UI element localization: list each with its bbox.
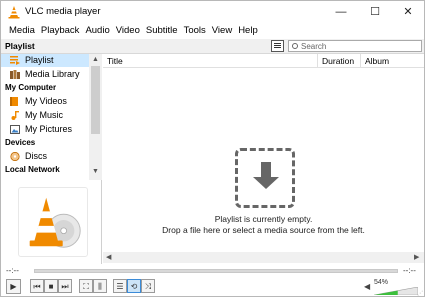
play-icon: ▶ xyxy=(10,282,17,291)
sidebar-item-discs[interactable]: Discs xyxy=(1,150,89,163)
stop-button[interactable]: ■ xyxy=(44,279,58,293)
playlist-view-mode-button[interactable] xyxy=(271,40,284,52)
picture-icon xyxy=(10,125,20,134)
menu-playback[interactable]: Playback xyxy=(38,23,83,38)
sidebar-item-label: Playlist xyxy=(25,55,54,65)
search-icon xyxy=(292,43,298,49)
loop-icon: ⟲ xyxy=(130,282,138,291)
menu-bar: Media Playback Audio Video Subtitle Tool… xyxy=(1,23,424,38)
menu-audio[interactable]: Audio xyxy=(82,23,112,38)
menu-help[interactable]: Help xyxy=(235,23,261,38)
previous-button[interactable]: ⏮ xyxy=(30,279,44,293)
search-placeholder: Search xyxy=(301,42,327,51)
equalizer-icon: ⫼ xyxy=(98,282,102,291)
elapsed-time: --:-- xyxy=(6,266,19,275)
speaker-icon[interactable]: ◀ xyxy=(364,282,370,291)
vlc-window: VLC media player — ☐ ✕ Media Playback Au… xyxy=(0,0,425,297)
search-input[interactable]: Search xyxy=(288,40,422,52)
music-note-icon xyxy=(11,111,19,120)
sidebar-item-label: Media Library xyxy=(25,69,80,79)
minimize-button[interactable]: — xyxy=(324,1,358,23)
sidebar-item-my-videos[interactable]: My Videos xyxy=(1,95,89,108)
menu-media[interactable]: Media xyxy=(6,23,38,38)
total-time: --:-- xyxy=(403,266,416,275)
next-icon: ⏭ xyxy=(61,282,69,291)
download-arrow-head xyxy=(253,177,279,189)
scroll-down-icon[interactable]: ▼ xyxy=(92,168,99,175)
sidebar-item-label: My Videos xyxy=(25,96,67,106)
scroll-up-icon[interactable]: ▲ xyxy=(92,56,99,63)
shuffle-icon: ⤨ xyxy=(144,282,152,291)
scroll-left-icon[interactable]: ◀ xyxy=(106,253,111,261)
sidebar: Playlist Media Library My Computer My Vi… xyxy=(1,54,102,264)
previous-icon: ⏮ xyxy=(33,282,41,291)
empty-hint: Drop a file here or select a media sourc… xyxy=(162,225,365,235)
disc-icon xyxy=(10,152,20,161)
menu-view[interactable]: View xyxy=(209,23,235,38)
sidebar-section-local-network: Local Network xyxy=(5,165,60,174)
volume-percent: 54% xyxy=(374,279,389,286)
sidebar-section-devices: Devices xyxy=(5,138,36,147)
maximize-button[interactable]: ☐ xyxy=(358,1,392,23)
playlist-view[interactable]: Title Duration Album Playlist is current… xyxy=(103,54,424,264)
title-bar: VLC media player — ☐ ✕ xyxy=(1,1,424,23)
loop-button[interactable]: ⟲ xyxy=(127,279,141,293)
sidebar-item-my-pictures[interactable]: My Pictures xyxy=(1,123,89,136)
fullscreen-button[interactable]: ⛶ xyxy=(79,279,93,293)
sidebar-item-label: My Pictures xyxy=(25,124,73,134)
volume-slider[interactable] xyxy=(374,287,418,295)
sidebar-item-media-library[interactable]: Media Library xyxy=(1,68,89,81)
playlist-icon xyxy=(10,56,20,65)
column-header-title[interactable]: Title xyxy=(103,54,318,68)
fullscreen-icon: ⛶ xyxy=(83,282,89,291)
playlist-toggle-button[interactable]: ☰ xyxy=(113,279,127,293)
horizontal-scrollbar[interactable]: ◀ ▶ xyxy=(103,252,424,263)
resize-grip-icon[interactable]: ⋰ xyxy=(417,290,423,297)
menu-tools[interactable]: Tools xyxy=(181,23,209,38)
sidebar-item-my-music[interactable]: My Music xyxy=(1,109,89,122)
sidebar-item-label: Discs xyxy=(25,151,47,161)
menu-subtitle[interactable]: Subtitle xyxy=(143,23,181,38)
empty-message: Playlist is currently empty. xyxy=(214,214,313,224)
sidebar-section-my-computer: My Computer xyxy=(5,83,57,92)
next-button[interactable]: ⏭ xyxy=(58,279,72,293)
drop-zone-icon xyxy=(235,148,295,208)
sidebar-scrollbar[interactable]: ▲ ▼ xyxy=(89,54,102,180)
album-art-vlc-cone-image xyxy=(18,187,88,257)
extended-settings-button[interactable]: ⫼ xyxy=(93,279,107,293)
library-icon xyxy=(10,70,20,79)
shuffle-button[interactable]: ⤨ xyxy=(141,279,155,293)
sidebar-item-playlist[interactable]: Playlist xyxy=(1,54,89,67)
vlc-cone-icon xyxy=(8,6,20,19)
seek-slider[interactable] xyxy=(34,269,398,273)
playback-controls: ▶ ⏮ ■ ⏭ ⛶ ⫼ ☰ ⟲ ⤨ ◀ 54% ⋰ xyxy=(1,278,424,297)
playlist-header: Playlist Search xyxy=(1,39,424,54)
download-arrow-icon xyxy=(261,162,271,178)
video-icon xyxy=(10,97,18,106)
close-button[interactable]: ✕ xyxy=(391,1,425,23)
scroll-right-icon[interactable]: ▶ xyxy=(414,253,419,261)
playlist-icon: ☰ xyxy=(116,282,124,291)
playlist-header-label: Playlist xyxy=(5,41,35,51)
scrollbar-thumb[interactable] xyxy=(91,66,100,134)
stop-icon: ■ xyxy=(48,282,54,291)
column-header-duration[interactable]: Duration xyxy=(318,54,361,68)
menu-video[interactable]: Video xyxy=(113,23,143,38)
play-button[interactable]: ▶ xyxy=(6,279,21,294)
seek-bar-row: --:-- --:-- xyxy=(1,265,424,277)
window-title: VLC media player xyxy=(25,6,101,17)
column-header-album[interactable]: Album xyxy=(361,54,424,68)
sidebar-item-label: My Music xyxy=(25,110,63,120)
